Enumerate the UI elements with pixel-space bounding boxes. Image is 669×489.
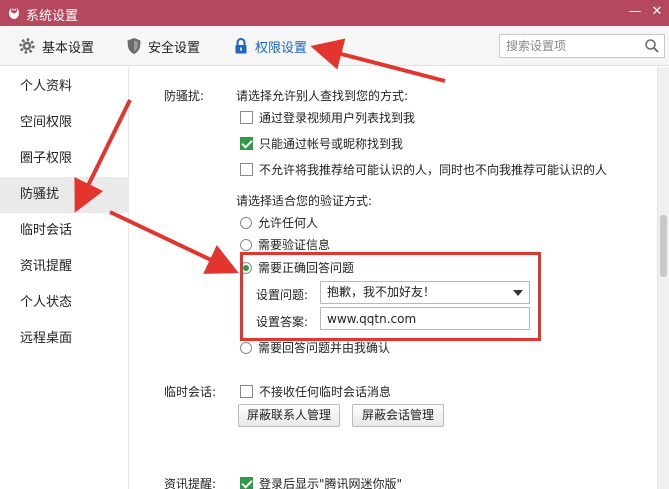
checkbox-label: 登录后显示"腾讯网迷你版"	[259, 477, 403, 489]
checkbox[interactable]	[240, 163, 253, 176]
lock-icon	[235, 38, 247, 54]
tab-security-settings[interactable]: 安全设置	[126, 35, 200, 57]
verify-option-message[interactable]: 需要验证信息	[240, 236, 330, 253]
checkbox-label: 不允许将我推荐给可能认识的人，同时也不向我推荐可能认识的人	[259, 163, 608, 177]
radio-button[interactable]	[240, 238, 252, 251]
sidebar-item-anti-harassment[interactable]: 防骚扰	[0, 177, 129, 213]
radio-button[interactable]	[240, 341, 252, 354]
sidebar-item-news-alerts[interactable]: 资讯提醒	[0, 249, 129, 285]
checkbox-checked[interactable]	[240, 477, 253, 489]
radio-button[interactable]	[240, 216, 252, 229]
sidebar-item-circle-permission[interactable]: 圈子权限	[0, 141, 129, 177]
search-box[interactable]	[499, 34, 665, 58]
settings-toolbar: 基本设置 安全设置 权限设置	[0, 26, 669, 66]
minimize-button[interactable]: —	[626, 4, 644, 20]
checkbox-checked[interactable]	[240, 137, 253, 150]
question-label: 设置问题:	[256, 288, 309, 302]
find-option-video-list[interactable]: 通过登录视频用户列表找到我	[240, 109, 415, 126]
find-method-prompt: 请选择允许别人查找到您的方式:	[236, 89, 409, 103]
tab-label: 安全设置	[148, 40, 201, 56]
vertical-scrollbar[interactable]	[657, 67, 669, 489]
checkbox-label: 不接收任何临时会话消息	[259, 385, 392, 399]
find-option-account-only[interactable]: 只能通过帐号或昵称找到我	[240, 135, 403, 152]
sidebar-item-space-permission[interactable]: 空间权限	[0, 105, 129, 141]
radio-label: 允许任何人	[258, 216, 319, 230]
news-mini-option[interactable]: 登录后显示"腾讯网迷你版"	[240, 475, 402, 489]
temp-session-section-label: 临时会话:	[164, 385, 217, 399]
checkbox[interactable]	[240, 111, 253, 124]
tab-basic-settings[interactable]: 基本设置	[18, 35, 94, 57]
verify-option-answer-confirm[interactable]: 需要回答问题并由我确认	[240, 339, 390, 356]
news-section-label: 资讯提醒:	[164, 477, 217, 489]
sidebar: 个人资料 空间权限 圈子权限 防骚扰 临时会话 资讯提醒 个人状态 远程桌面	[0, 67, 129, 489]
radio-label: 需要回答问题并由我确认	[258, 341, 391, 355]
find-option-no-recommend[interactable]: 不允许将我推荐给可能认识的人，同时也不向我推荐可能认识的人	[240, 161, 607, 178]
block-contacts-manage-button[interactable]: 屏蔽联系人管理	[238, 404, 340, 427]
verify-method-prompt: 请选择适合您的验证方式:	[236, 194, 373, 208]
question-select[interactable]: 抱歉，我不加好友！	[320, 281, 530, 304]
radio-label: 需要验证信息	[258, 238, 331, 252]
sidebar-item-temp-session[interactable]: 临时会话	[0, 213, 129, 249]
checkbox-label: 只能通过帐号或昵称找到我	[259, 137, 404, 151]
scrollbar-thumb[interactable]	[660, 215, 667, 277]
close-button[interactable]: ✕	[648, 4, 666, 20]
question-selected-value: 抱歉，我不加好友！	[327, 285, 436, 299]
shield-icon	[127, 38, 141, 54]
anti-harass-section-label: 防骚扰:	[164, 89, 205, 103]
checkbox[interactable]	[240, 385, 253, 398]
sidebar-item-remote-desktop[interactable]: 远程桌面	[0, 321, 129, 357]
search-input[interactable]	[500, 35, 640, 57]
answer-field[interactable]	[320, 307, 530, 330]
title-bar: 系统设置 — ✕	[0, 0, 669, 26]
answer-input[interactable]	[321, 308, 521, 329]
search-icon[interactable]	[644, 38, 660, 54]
verify-option-anyone[interactable]: 允许任何人	[240, 214, 318, 231]
qq-penguin-icon	[9, 6, 19, 19]
sidebar-item-personal-status[interactable]: 个人状态	[0, 285, 129, 321]
temp-session-reject-option[interactable]: 不接收任何临时会话消息	[240, 383, 391, 400]
window-title: 系统设置	[26, 9, 79, 24]
gear-icon	[19, 38, 35, 54]
checkbox-label: 通过登录视频用户列表找到我	[259, 111, 416, 125]
tab-label: 权限设置	[255, 40, 308, 56]
tab-permission-settings[interactable]: 权限设置	[233, 35, 307, 57]
tab-label: 基本设置	[42, 40, 95, 56]
sidebar-item-profile[interactable]: 个人资料	[0, 69, 129, 105]
chevron-down-icon[interactable]	[513, 290, 523, 296]
answer-label: 设置答案:	[256, 315, 309, 329]
block-session-manage-button[interactable]: 屏蔽会话管理	[352, 404, 444, 427]
